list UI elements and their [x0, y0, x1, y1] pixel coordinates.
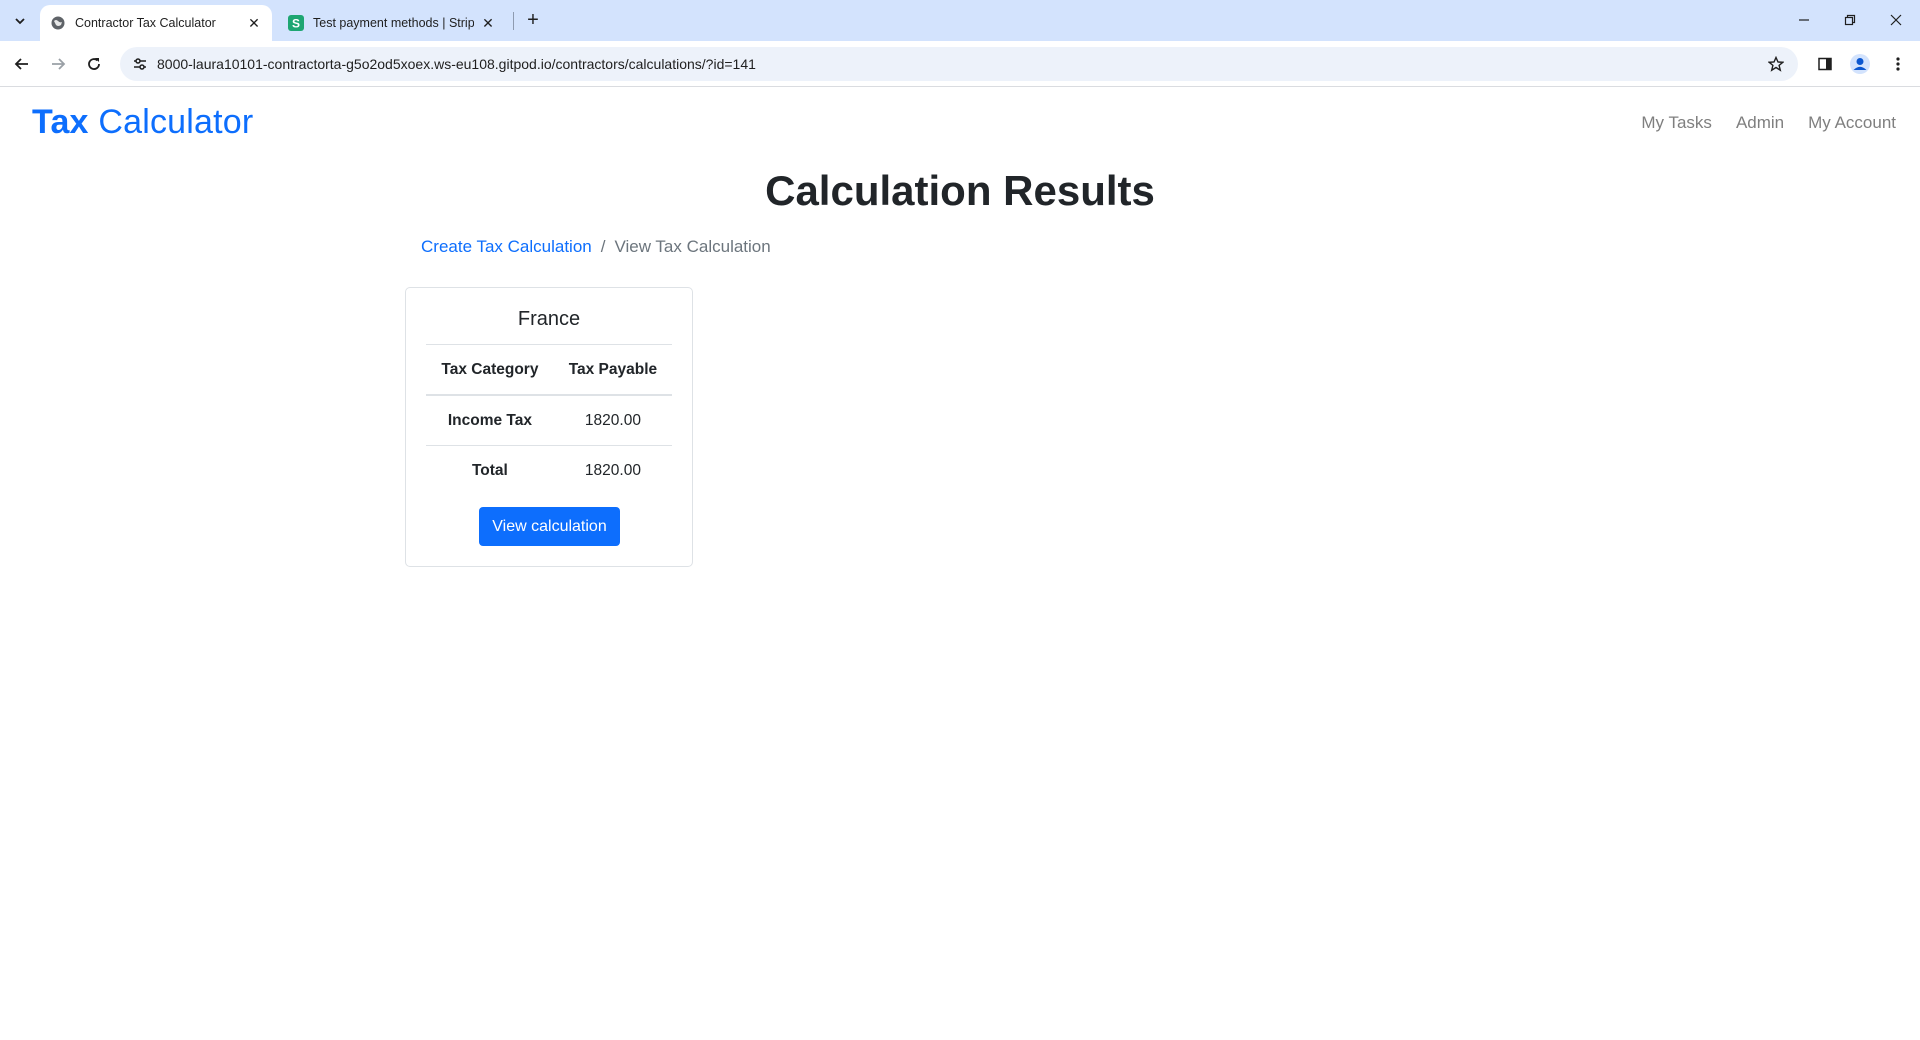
- nav-link-admin[interactable]: Admin: [1736, 113, 1784, 133]
- browser-tab-inactive[interactable]: S Test payment methods | Stripe Document…: [278, 5, 506, 41]
- view-calculation-button[interactable]: View calculation: [479, 507, 620, 546]
- browser-tab-active[interactable]: Contractor Tax Calculator ✕: [40, 5, 272, 41]
- address-bar[interactable]: 8000-laura10101-contractorta-g5o2od5xoex…: [120, 47, 1798, 81]
- table-header-row: Tax Category Tax Payable: [426, 344, 672, 396]
- back-arrow-icon[interactable]: [7, 49, 37, 79]
- calculation-card: France Tax Category Tax Payable Income T…: [405, 287, 693, 567]
- tab-divider: [513, 12, 514, 30]
- globe-icon: [50, 15, 66, 31]
- brand-bold-text: Tax: [32, 103, 89, 141]
- tab-title: Contractor Tax Calculator: [75, 16, 216, 30]
- side-panel-icon[interactable]: [1812, 51, 1838, 77]
- breadcrumb: Create Tax Calculation / View Tax Calcul…: [421, 237, 771, 257]
- bookmark-star-icon[interactable]: [1766, 54, 1786, 74]
- stripe-s-icon: S: [288, 15, 304, 31]
- browser-menu-kebab-icon[interactable]: [1885, 51, 1911, 77]
- page-title: Calculation Results: [765, 167, 1155, 214]
- column-header-tax-payable: Tax Payable: [553, 344, 672, 396]
- nav-link-my-account[interactable]: My Account: [1808, 113, 1896, 133]
- brand-rest-text: Calculator: [98, 103, 254, 141]
- tab-title: Test payment methods | Stripe Documentat…: [313, 16, 474, 30]
- breadcrumb-link-create[interactable]: Create Tax Calculation: [421, 237, 592, 257]
- column-header-tax-category: Tax Category: [426, 344, 554, 396]
- close-window-icon[interactable]: [1874, 0, 1918, 40]
- svg-text:S: S: [292, 17, 300, 31]
- url-text[interactable]: 8000-laura10101-contractorta-g5o2od5xoex…: [157, 47, 756, 81]
- breadcrumb-current: View Tax Calculation: [614, 237, 771, 256]
- top-nav: My Tasks Admin My Account: [1641, 113, 1896, 133]
- reload-icon[interactable]: [79, 49, 109, 79]
- card-country-title: France: [517, 308, 581, 330]
- forward-arrow-icon[interactable]: [43, 49, 73, 79]
- cell-income-tax-value: 1820.00: [553, 394, 672, 446]
- breadcrumb-separator: /: [600, 237, 606, 256]
- table-row: Total 1820.00: [426, 445, 672, 495]
- close-tab-icon[interactable]: ✕: [246, 15, 262, 31]
- cell-total-value: 1820.00: [553, 445, 672, 495]
- nav-link-my-tasks[interactable]: My Tasks: [1641, 113, 1712, 133]
- table-row: Income Tax 1820.00: [426, 394, 672, 446]
- browser-tab-strip: Contractor Tax Calculator ✕ S Test payme…: [0, 0, 1920, 41]
- tab-search-dropdown-icon[interactable]: [8, 9, 32, 33]
- browser-toolbar: 8000-laura10101-contractorta-g5o2od5xoex…: [0, 41, 1920, 87]
- restore-icon[interactable]: [1828, 0, 1872, 40]
- new-tab-plus-icon[interactable]: +: [520, 8, 546, 34]
- row-label-income-tax: Income Tax: [426, 394, 554, 446]
- row-label-total: Total: [426, 445, 554, 495]
- site-info-icon[interactable]: [130, 54, 150, 74]
- brand-logo-link[interactable]: Tax Calculator: [32, 103, 253, 142]
- profile-avatar-icon[interactable]: [1847, 51, 1873, 77]
- tax-table: Tax Category Tax Payable Income Tax 1820…: [426, 344, 672, 495]
- close-tab-icon[interactable]: ✕: [480, 15, 496, 31]
- page-viewport: Tax Calculator My Tasks Admin My Account…: [0, 87, 1920, 1040]
- minimize-icon[interactable]: [1782, 0, 1826, 40]
